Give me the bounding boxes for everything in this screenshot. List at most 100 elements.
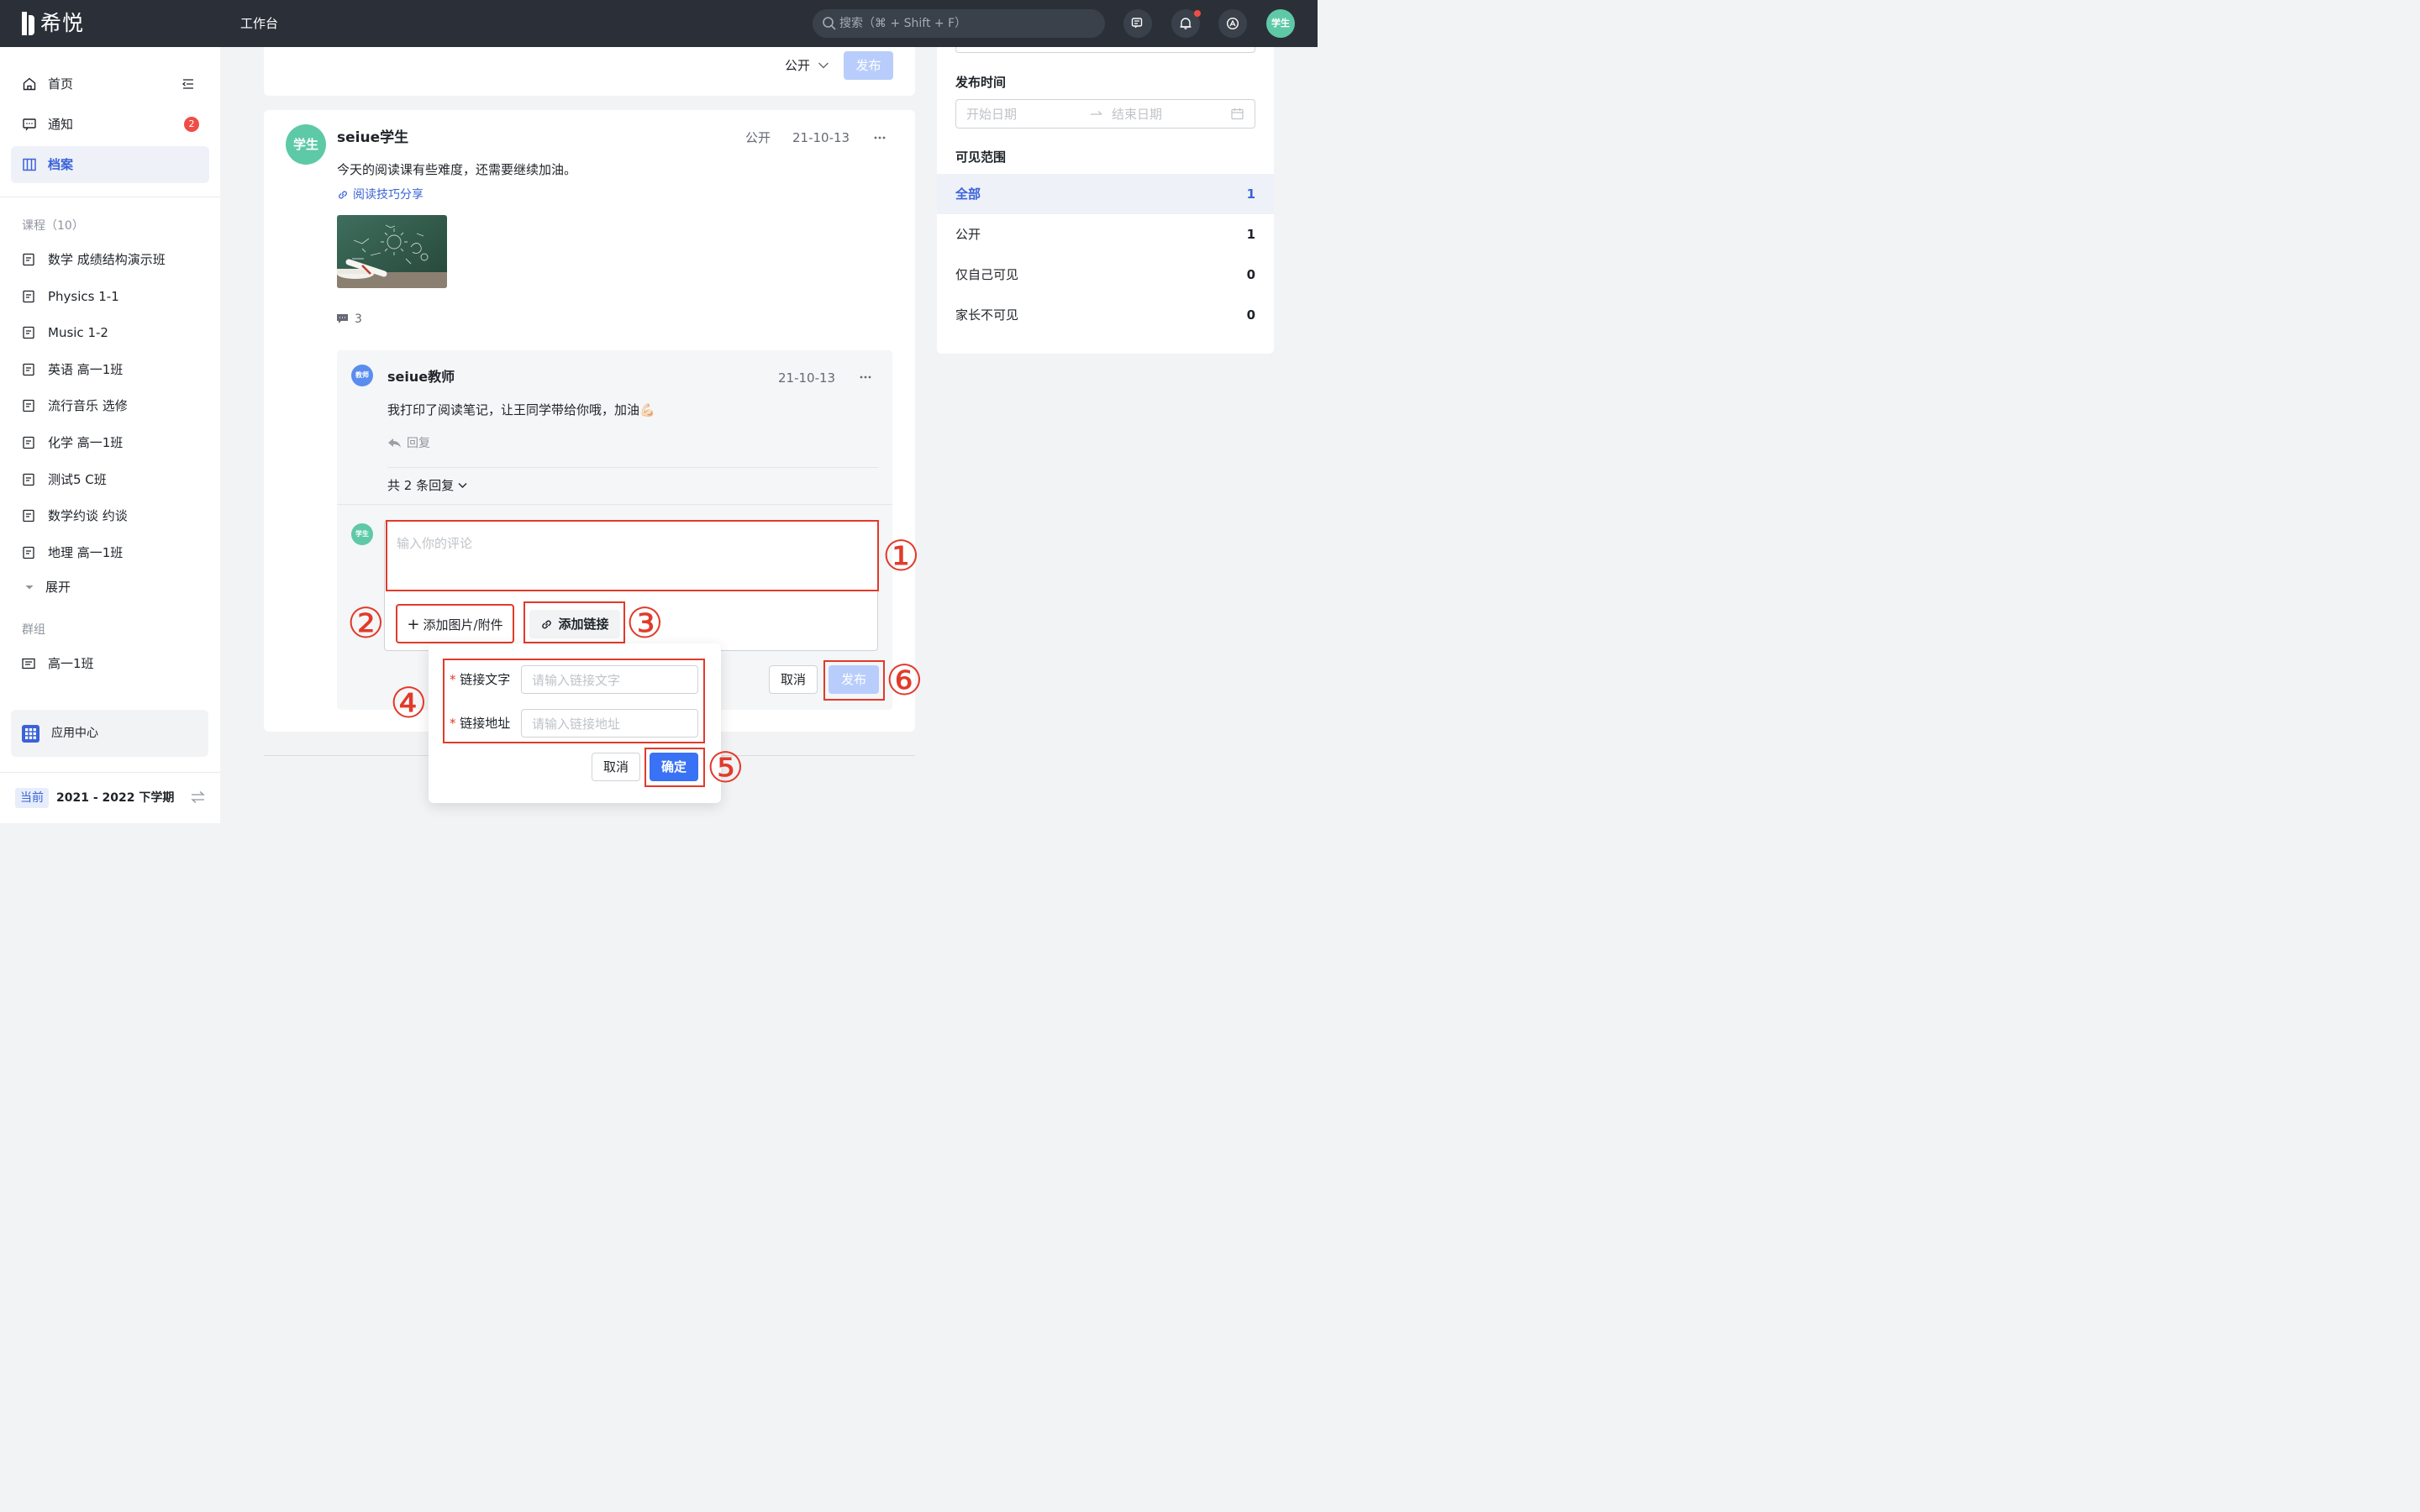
annotation-number-6: ⑥ bbox=[886, 656, 923, 705]
post-visibility: 公开 bbox=[745, 130, 771, 145]
scope-count: 1 bbox=[1246, 186, 1255, 202]
comment-cancel-button[interactable]: 取消 bbox=[769, 665, 818, 694]
groups-section-title: 群组 bbox=[22, 623, 45, 637]
link-url-label-text: 链接地址 bbox=[460, 716, 511, 731]
scope-row-public[interactable]: 公开 1 bbox=[937, 214, 1274, 255]
scope-count: 0 bbox=[1246, 267, 1255, 282]
filter-select-edge bbox=[955, 47, 1255, 53]
course-icon bbox=[23, 473, 34, 486]
link-confirm-button[interactable]: 确定 bbox=[650, 753, 698, 781]
user-avatar[interactable]: 学生 bbox=[1266, 9, 1295, 38]
search-placeholder: 搜索（⌘ + Shift + F） bbox=[839, 17, 967, 30]
current-term-tag: 当前 bbox=[15, 788, 49, 808]
course-icon bbox=[23, 363, 34, 375]
plus-icon: + bbox=[407, 616, 420, 633]
annotation-number-1: ① bbox=[882, 532, 920, 580]
sidebar-group-item[interactable]: 高一1班 bbox=[22, 654, 207, 674]
post-author-name[interactable]: seiue学生 bbox=[337, 129, 408, 147]
sidebar-course-item[interactable]: Music 1-2 bbox=[22, 323, 207, 343]
course-label: 化学 高一1班 bbox=[48, 435, 124, 450]
course-icon bbox=[23, 400, 34, 412]
scope-label: 公开 bbox=[955, 227, 981, 242]
scope-label: 全部 bbox=[955, 186, 981, 202]
top-bar bbox=[0, 0, 1318, 47]
workbench-link[interactable]: 工作台 bbox=[240, 15, 278, 32]
chat-icon bbox=[1131, 18, 1143, 29]
group-label: 高一1班 bbox=[48, 656, 94, 671]
comment-author-name[interactable]: seiue教师 bbox=[387, 368, 455, 386]
scope-row-private[interactable]: 仅自己可见 0 bbox=[937, 255, 1274, 295]
scope-title: 可见范围 bbox=[955, 150, 1007, 165]
home-icon bbox=[23, 77, 36, 91]
sidebar-divider bbox=[0, 772, 220, 773]
scope-count: 0 bbox=[1246, 307, 1255, 323]
notice-badge: 2 bbox=[184, 117, 199, 132]
sidebar-course-item[interactable]: 化学 高一1班 bbox=[22, 433, 207, 453]
link-text-label-text: 链接文字 bbox=[460, 672, 511, 687]
scope-count: 1 bbox=[1246, 227, 1255, 242]
sidebar-course-item[interactable]: 流行音乐 选修 bbox=[22, 396, 207, 416]
app-center-button[interactable]: 应用中心 bbox=[11, 710, 208, 757]
sidebar-course-item[interactable]: Physics 1-1 bbox=[22, 286, 207, 307]
composer-visibility-select[interactable]: 公开 bbox=[785, 57, 810, 74]
commenter-avatar: 学生 bbox=[351, 523, 373, 545]
current-term: 2021 - 2022 下学期 bbox=[56, 791, 175, 805]
sidebar-course-item[interactable]: 数学约谈 约谈 bbox=[22, 506, 207, 526]
comment-more-icon[interactable] bbox=[859, 373, 872, 381]
annotation-box-1 bbox=[386, 520, 879, 591]
annotation-number-4: ④ bbox=[390, 679, 428, 727]
sidebar-course-item[interactable]: 地理 高一1班 bbox=[22, 543, 207, 563]
link-cancel-button[interactable]: 取消 bbox=[592, 753, 640, 781]
comment-content: 我打印了阅读笔记，让王同学带给你哦，加油💪🏻 bbox=[387, 402, 655, 417]
link-url-input[interactable]: 请输入链接地址 bbox=[521, 709, 698, 738]
course-label: Physics 1-1 bbox=[48, 288, 119, 304]
collapse-sidebar-icon[interactable] bbox=[182, 77, 195, 91]
sidebar-item-home[interactable]: 首页 bbox=[11, 66, 209, 102]
notification-dot bbox=[1194, 10, 1201, 17]
post-link[interactable]: 阅读技巧分享 bbox=[353, 186, 424, 203]
comment-publish-button[interactable]: 发布 bbox=[829, 665, 879, 694]
comment-input[interactable]: 输入你的评论 bbox=[397, 535, 472, 552]
add-link-button[interactable]: 添加链接 bbox=[529, 610, 620, 638]
post-image-thumbnail[interactable] bbox=[337, 215, 447, 288]
post-author-avatar[interactable]: 学生 bbox=[286, 124, 326, 165]
sidebar-course-item[interactable]: 测试5 C班 bbox=[22, 470, 207, 490]
sidebar-course-item[interactable]: 英语 高一1班 bbox=[22, 360, 207, 380]
scope-row-hidden-from-parents[interactable]: 家长不可见 0 bbox=[937, 295, 1274, 335]
composer-publish-button[interactable]: 发布 bbox=[844, 51, 893, 80]
link-text-label: * 链接文字 bbox=[450, 671, 510, 688]
reply-button[interactable]: 回复 bbox=[407, 435, 430, 452]
end-date-input[interactable]: 结束日期 bbox=[1112, 106, 1162, 123]
link-url-label: * 链接地址 bbox=[450, 715, 510, 732]
link-text-input[interactable]: 请输入链接文字 bbox=[521, 665, 698, 694]
sidebar-item-archive[interactable]: 档案 bbox=[11, 146, 209, 183]
course-icon bbox=[23, 510, 34, 522]
replies-toggle[interactable]: 共 2 条回复 bbox=[387, 477, 454, 494]
start-date-input[interactable]: 开始日期 bbox=[966, 106, 1017, 123]
post-more-icon[interactable] bbox=[873, 134, 886, 142]
message-icon bbox=[23, 118, 36, 131]
expand-courses-link[interactable]: 展开 bbox=[45, 579, 71, 596]
required-mark: * bbox=[450, 672, 456, 687]
add-attachment-button[interactable]: + 添加图片/附件 bbox=[396, 604, 514, 643]
course-icon bbox=[23, 327, 34, 339]
switch-term-icon[interactable] bbox=[191, 790, 205, 804]
scope-row-all[interactable]: 全部 1 bbox=[937, 174, 1274, 214]
assistant-button[interactable] bbox=[1218, 9, 1247, 38]
sidebar-item-label: 通知 bbox=[48, 117, 74, 132]
link-icon bbox=[339, 191, 347, 199]
bell-icon bbox=[1180, 18, 1192, 29]
publish-time-title: 发布时间 bbox=[955, 75, 1007, 90]
sidebar-item-label: 档案 bbox=[48, 157, 74, 172]
sidebar-course-item[interactable]: 数学 成绩结构演示班 bbox=[22, 249, 207, 270]
course-label: 流行音乐 选修 bbox=[48, 398, 128, 414]
search-icon bbox=[823, 17, 836, 30]
sidebar-item-notice[interactable]: 通知 2 bbox=[11, 106, 209, 143]
logo-text[interactable]: 希悦 bbox=[40, 10, 84, 37]
comment-author-avatar[interactable]: 教师 bbox=[351, 365, 373, 386]
chat-button[interactable] bbox=[1123, 9, 1152, 38]
course-label: 地理 高一1班 bbox=[48, 544, 124, 560]
course-icon bbox=[23, 253, 34, 266]
chevron-down-icon bbox=[458, 483, 467, 488]
arrow-right-icon bbox=[1091, 111, 1102, 115]
